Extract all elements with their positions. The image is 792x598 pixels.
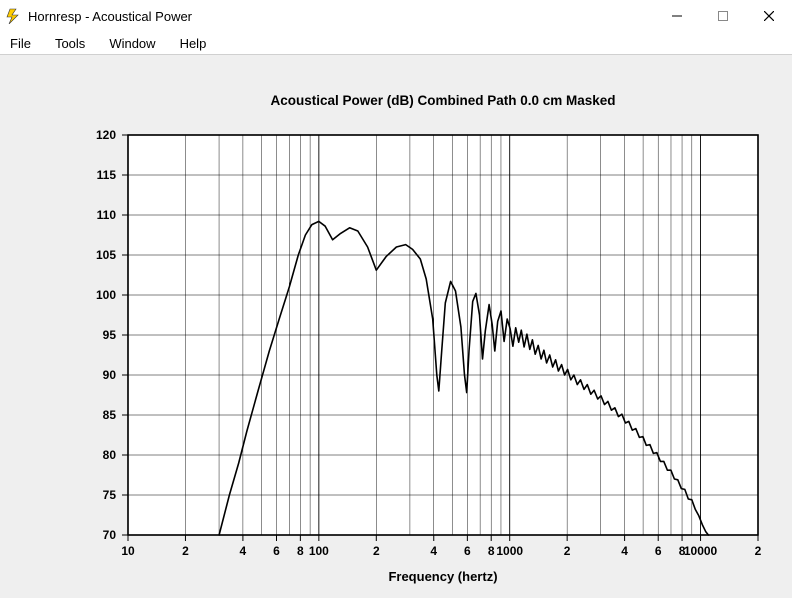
svg-text:10: 10 xyxy=(121,544,135,558)
svg-text:1000: 1000 xyxy=(496,544,523,558)
chart-plot: Acoustical Power (dB) Combined Path 0.0 … xyxy=(8,65,784,589)
svg-text:Frequency (hertz): Frequency (hertz) xyxy=(388,569,497,584)
svg-text:6: 6 xyxy=(273,544,280,558)
svg-text:2: 2 xyxy=(373,544,380,558)
svg-text:2: 2 xyxy=(182,544,189,558)
svg-text:115: 115 xyxy=(97,168,117,182)
svg-text:70: 70 xyxy=(103,528,117,542)
chart-container: Acoustical Power (dB) Combined Path 0.0 … xyxy=(8,65,784,588)
svg-text:100: 100 xyxy=(309,544,329,558)
window-title: Hornresp - Acoustical Power xyxy=(28,9,192,24)
menu-tools[interactable]: Tools xyxy=(51,34,89,53)
svg-text:105: 105 xyxy=(96,248,116,262)
svg-text:85: 85 xyxy=(103,408,117,422)
svg-text:2: 2 xyxy=(755,544,762,558)
menu-window[interactable]: Window xyxy=(105,34,159,53)
maximize-icon xyxy=(718,11,728,21)
menu-bar: File Tools Window Help xyxy=(0,32,792,54)
svg-text:4: 4 xyxy=(240,544,247,558)
menu-help[interactable]: Help xyxy=(176,34,211,53)
minimize-icon xyxy=(672,11,682,21)
maximize-button[interactable] xyxy=(700,0,746,32)
menu-file[interactable]: File xyxy=(6,34,35,53)
svg-text:95: 95 xyxy=(103,328,117,342)
svg-text:100: 100 xyxy=(96,288,116,302)
minimize-button[interactable] xyxy=(654,0,700,32)
close-icon xyxy=(764,11,774,21)
svg-text:110: 110 xyxy=(97,208,117,222)
svg-text:6: 6 xyxy=(464,544,471,558)
svg-text:4: 4 xyxy=(430,544,437,558)
svg-text:75: 75 xyxy=(103,488,117,502)
svg-text:80: 80 xyxy=(103,448,117,462)
svg-text:120: 120 xyxy=(96,128,116,142)
svg-text:Acoustical Power (dB) Combi: Acoustical Power (dB) Combined Path 0.0 … xyxy=(270,93,615,108)
svg-text:2: 2 xyxy=(564,544,571,558)
svg-text:90: 90 xyxy=(103,368,117,382)
content-area: Acoustical Power (dB) Combined Path 0.0 … xyxy=(0,54,792,598)
svg-text:10000: 10000 xyxy=(684,544,718,558)
app-window: Hornresp - Acoustical Power File Tools W… xyxy=(0,0,792,598)
svg-text:8: 8 xyxy=(488,544,495,558)
app-icon xyxy=(6,8,22,24)
svg-text:8: 8 xyxy=(297,544,304,558)
svg-text:4: 4 xyxy=(621,544,628,558)
svg-text:6: 6 xyxy=(655,544,662,558)
title-bar: Hornresp - Acoustical Power xyxy=(0,0,792,32)
close-button[interactable] xyxy=(746,0,792,32)
